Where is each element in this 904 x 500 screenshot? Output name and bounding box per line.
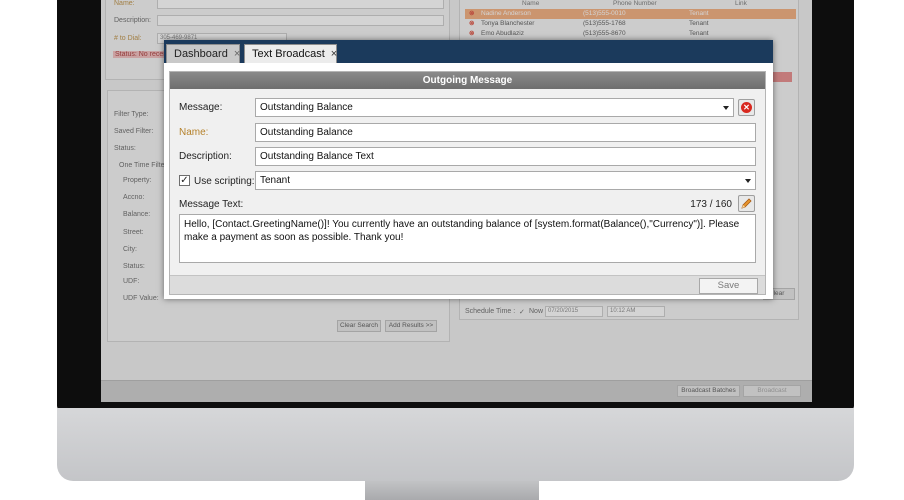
bg-description-label: Description: <box>114 17 151 24</box>
name-label: Name: <box>179 127 209 138</box>
description-label: Description: <box>179 151 232 162</box>
row-name: Emo Abudlaziz <box>481 30 524 37</box>
bg-dial-label: # to Dial: <box>114 35 142 42</box>
message-text-area[interactable]: Hello, [Contact.GreetingName()]! You cur… <box>179 214 756 263</box>
character-count: 173 / 160 <box>690 199 732 210</box>
tab-dashboard-label: Dashboard <box>174 48 228 60</box>
bg-status-label: Status: <box>114 145 136 152</box>
save-button[interactable]: Save <box>699 278 758 294</box>
bg-description-field[interactable] <box>157 15 444 26</box>
delete-message-button[interactable]: ✕ <box>738 99 755 116</box>
outgoing-message-panel: Outgoing Message Message: Outstanding Ba… <box>169 71 766 295</box>
tab-text-broadcast[interactable]: Text Broadcast × <box>244 44 337 63</box>
close-icon[interactable]: × <box>234 48 240 60</box>
bg-date-field[interactable]: 07/20/2015 <box>545 306 603 317</box>
bg-status-text: Status: No recei <box>113 51 167 58</box>
chevron-down-icon <box>745 179 751 183</box>
row-link: Tenant <box>689 20 709 27</box>
bg-time-field[interactable]: 10:12 AM <box>607 306 665 317</box>
bg-accno-label: Accno: <box>123 194 145 201</box>
table-row[interactable]: ⊗ Emo Abudlaziz (513)555-8670 Tenant <box>465 29 796 39</box>
text-broadcast-modal: Dashboard × Text Broadcast × Outgoing Mess… <box>164 40 773 299</box>
bg-add-results-button[interactable]: Add Results >> <box>385 320 437 332</box>
row-name: Tonya Blanchester <box>481 20 535 27</box>
scripting-select[interactable]: Tenant <box>255 171 756 190</box>
table-row[interactable]: ⊗ Nadine Anderson (513)555-0010 Tenant <box>465 9 796 19</box>
table-row[interactable]: ⊗ Tonya Blanchester (513)555-1768 Tenant <box>465 19 796 29</box>
edit-script-button[interactable] <box>738 195 755 212</box>
panel-title: Outgoing Message <box>170 72 765 89</box>
message-select[interactable]: Outstanding Balance <box>255 98 734 117</box>
bg-city-label: City: <box>123 246 137 253</box>
message-label: Message: <box>179 102 223 113</box>
monitor-stand <box>365 481 539 500</box>
scripting-select-value: Tenant <box>260 175 291 186</box>
row-link: Tenant <box>689 30 709 37</box>
bg-udf-value-label: UDF Value: <box>123 295 159 302</box>
bg-red-marker <box>772 72 792 82</box>
remove-icon[interactable]: ⊗ <box>469 29 474 39</box>
bg-col-phone: Phone Number <box>613 0 657 7</box>
bg-saved-filter-label: Saved Filter: <box>114 128 154 135</box>
pencil-edit-icon <box>741 198 752 209</box>
bg-schedule-time-label: Schedule Time : <box>465 308 516 315</box>
bg-street-label: Street: <box>123 229 144 236</box>
row-link: Tenant <box>689 10 709 17</box>
bg-status2-label: Status: <box>123 263 145 270</box>
bg-balance-label: Balance: <box>123 211 151 218</box>
bg-broadcast-button[interactable]: Broadcast <box>743 385 801 397</box>
delete-circle-icon: ✕ <box>741 102 752 113</box>
message-select-value: Outstanding Balance <box>260 102 353 113</box>
bg-now-check[interactable]: ✓ <box>519 308 525 316</box>
bg-one-time-filter-label: One Time Filte <box>119 162 165 169</box>
bg-bottom-bar: Broadcast Batches Broadcast <box>101 380 812 402</box>
description-field[interactable]: Outstanding Balance Text <box>255 147 756 166</box>
bg-name-label: Name: <box>114 0 135 7</box>
panel-footer: Save <box>170 275 765 294</box>
remove-icon[interactable]: ⊗ <box>469 19 474 29</box>
tab-bar: Dashboard × Text Broadcast × <box>164 40 773 63</box>
tab-dashboard[interactable]: Dashboard × <box>166 44 240 63</box>
bg-udf-label: UDF: <box>123 278 140 285</box>
close-icon[interactable]: × <box>331 48 337 60</box>
imac-mockup: Name: Description: # to Dial: 305-469-98… <box>0 0 904 500</box>
tab-text-broadcast-label: Text Broadcast <box>252 48 325 60</box>
row-name: Nadine Anderson <box>481 10 531 17</box>
use-scripting-label: Use scripting: <box>194 176 255 187</box>
message-text-label: Message Text: <box>179 199 244 210</box>
row-phone: (513)555-0010 <box>583 10 626 17</box>
bg-col-name: Name <box>522 0 540 7</box>
screen: Name: Description: # to Dial: 305-469-98… <box>101 0 812 402</box>
bg-filter-type-label: Filter Type: <box>114 111 149 118</box>
bg-col-link: Link <box>735 0 747 7</box>
chevron-down-icon <box>723 106 729 110</box>
bg-clear-search-button[interactable]: Clear Search <box>337 320 381 332</box>
bg-name-field[interactable] <box>157 0 444 9</box>
use-scripting-checkbox[interactable]: ✓ <box>179 175 190 186</box>
row-phone: (513)555-1768 <box>583 20 626 27</box>
bg-broadcast-batches-button[interactable]: Broadcast Batches <box>677 385 740 397</box>
name-field[interactable]: Outstanding Balance <box>255 123 756 142</box>
bg-now-label: Now <box>529 308 544 315</box>
row-phone: (513)555-8670 <box>583 30 626 37</box>
monitor-chin <box>57 408 854 481</box>
remove-icon[interactable]: ⊗ <box>469 9 474 19</box>
bg-property-label: Property: <box>123 177 152 184</box>
